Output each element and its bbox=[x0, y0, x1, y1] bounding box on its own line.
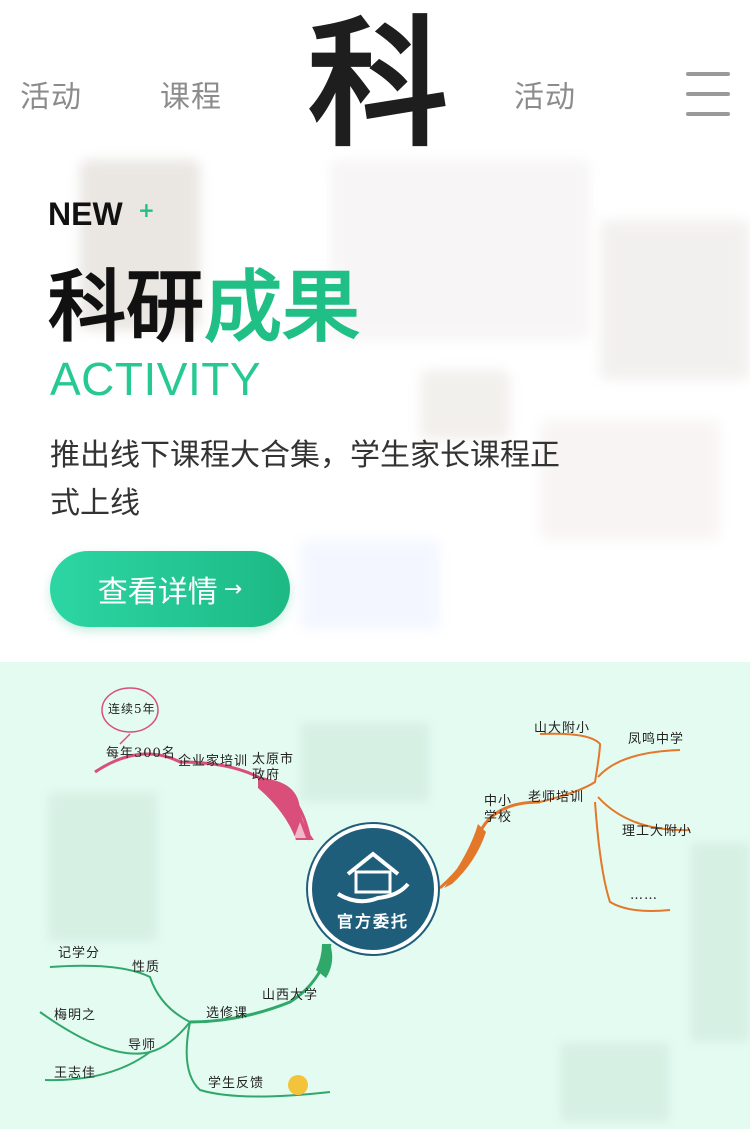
label-nature: 性质 bbox=[132, 960, 161, 975]
house-hand-icon bbox=[336, 851, 410, 904]
view-details-button[interactable]: 查看详情 → bbox=[50, 551, 290, 627]
label-school-1: 山大附小 bbox=[534, 721, 591, 736]
label-per-year: 每年300名 bbox=[106, 746, 176, 761]
label-school-3: 理工大附小 bbox=[622, 824, 693, 839]
label-cloud: 连续5年 bbox=[108, 702, 156, 716]
logo[interactable]: 科 bbox=[308, 10, 448, 160]
center-label: 官方委托 bbox=[336, 912, 409, 931]
thumbs-up-icon bbox=[288, 1075, 308, 1095]
view-details-label: 查看详情 bbox=[97, 575, 218, 610]
page-title-part2: 成果 bbox=[204, 263, 361, 353]
label-mentor-2: 王志佳 bbox=[54, 1066, 97, 1081]
center-node: 官方委托 bbox=[308, 824, 438, 954]
label-school-2: 凤鸣中学 bbox=[628, 732, 685, 747]
arrow-right-icon: → bbox=[223, 576, 243, 602]
label-elective: 选修课 bbox=[206, 1006, 249, 1021]
hamburger-menu-icon[interactable] bbox=[684, 70, 732, 118]
hero-description: 推出线下课程大合集，学生家长课程正式上线 bbox=[50, 438, 560, 521]
nav-link-activity-right[interactable]: 活动 bbox=[514, 72, 576, 116]
label-training: 企业家培训 bbox=[178, 754, 249, 769]
branch-right-2 bbox=[597, 749, 681, 778]
label-teacher-training: 老师培训 bbox=[528, 790, 585, 805]
label-university: 山西大学 bbox=[262, 988, 319, 1003]
nav-link-activity[interactable]: 活动 bbox=[20, 72, 82, 116]
page-title: 科研成果 bbox=[48, 262, 360, 354]
new-badge: NEW bbox=[48, 196, 123, 232]
label-credit: 记学分 bbox=[58, 946, 101, 961]
label-mentor-1: 梅明之 bbox=[54, 1008, 97, 1023]
nav-link-course[interactable]: 课程 bbox=[160, 72, 222, 116]
page-title-part1: 科研 bbox=[48, 263, 205, 353]
new-badge-plus: + bbox=[138, 198, 155, 222]
branch-top-fill bbox=[258, 778, 314, 840]
label-feedback: 学生反馈 bbox=[208, 1076, 265, 1091]
page-subtitle: ACTIVITY bbox=[50, 353, 262, 405]
label-gov: 太原市政府 bbox=[252, 752, 295, 783]
mindmap-panel: 连续5年 每年300名 企业家培训 太原市政府 中小学校 老师培训 山大附小 凤… bbox=[0, 662, 750, 1129]
label-mentor: 导师 bbox=[128, 1038, 157, 1053]
label-more: …… bbox=[630, 888, 658, 903]
label-school: 中小学校 bbox=[484, 794, 513, 825]
